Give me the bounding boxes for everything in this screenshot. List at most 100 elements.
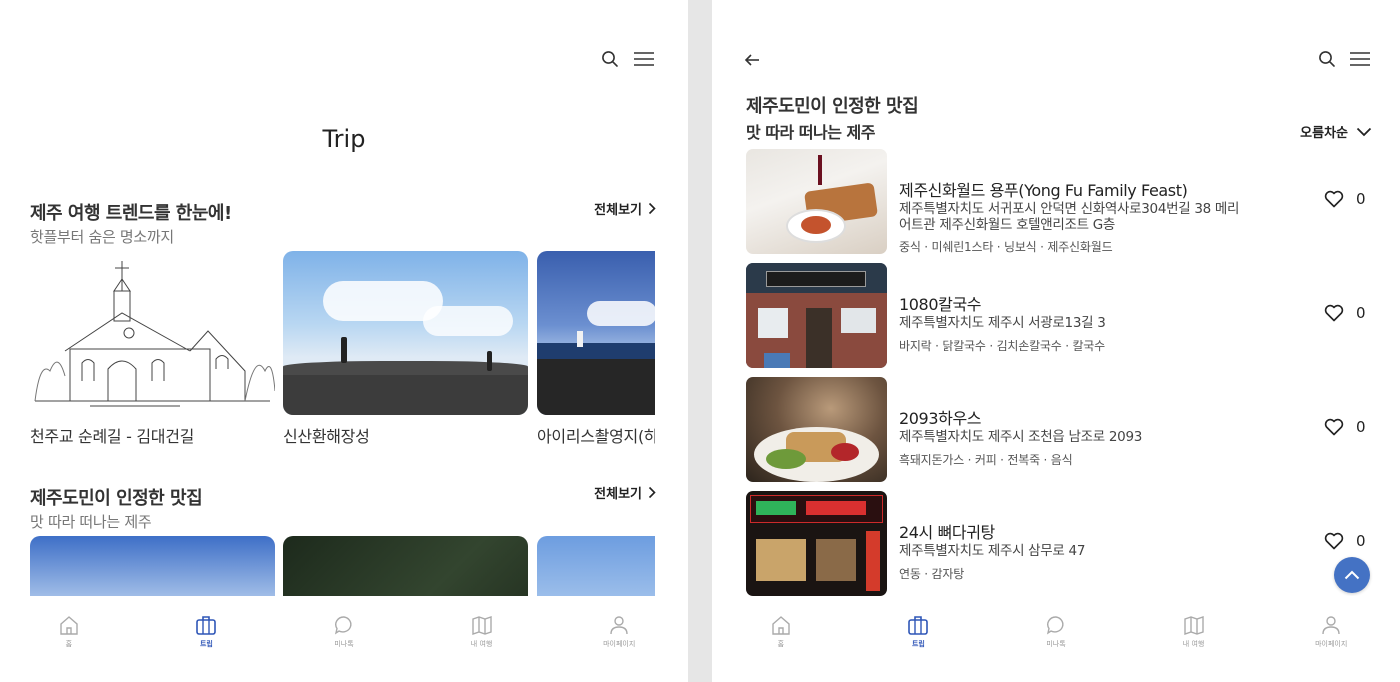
chevron-down-icon [1356, 127, 1372, 136]
restaurant-photo [283, 536, 528, 596]
trends-carousel[interactable]: 천주교 순례길 - 김대건길 신산환해장성 아이리스촬영지(하 [30, 251, 655, 451]
menu-icon[interactable] [630, 45, 658, 73]
chevron-right-icon [648, 486, 656, 499]
restaurant-card[interactable] [537, 536, 655, 596]
like-button[interactable]: 0 [1324, 304, 1366, 322]
like-button[interactable]: 0 [1324, 418, 1366, 436]
lighthouse-photo [537, 251, 655, 415]
tab-label: 미나톡 [1046, 640, 1066, 648]
suitcase-icon [196, 616, 217, 635]
coastal-wall-photo [283, 251, 528, 415]
restaurant-photo [746, 377, 887, 482]
heart-icon [1324, 532, 1344, 550]
like-count: 0 [1356, 418, 1366, 436]
restaurant-list-item[interactable]: 제주신화월드 용푸(Yong Fu Family Feast) 제주특별자치도 … [746, 149, 1376, 254]
tab-my-page[interactable]: 마이페이지 [550, 596, 688, 682]
tab-label: 홈 [65, 640, 73, 648]
restaurants-section-subtitle: 맛 따라 떠나는 제주 [30, 513, 152, 531]
search-icon[interactable] [596, 45, 624, 73]
tab-chat[interactable]: 미나톡 [275, 596, 413, 682]
tab-label: 트립 [199, 640, 213, 648]
trends-section-subtitle: 핫플부터 숨은 명소까지 [30, 228, 174, 246]
restaurant-photo [746, 491, 887, 596]
trend-card[interactable]: 신산환해장성 [283, 251, 528, 447]
tab-label: 홈 [777, 640, 785, 648]
restaurant-tags: 연동 · 감자탕 [899, 567, 965, 581]
restaurants-see-all-link[interactable]: 전체보기 [594, 483, 656, 502]
trend-card[interactable]: 천주교 순례길 - 김대건길 [30, 251, 275, 447]
church-sketch-image [30, 251, 275, 415]
tab-my-trip[interactable]: 내 여행 [413, 596, 551, 682]
restaurant-photo [746, 263, 887, 368]
trends-section-title: 제주 여행 트렌드를 한눈에! [30, 203, 232, 224]
restaurant-name: 제주신화월드 용푸(Yong Fu Family Feast) [899, 181, 1188, 200]
sort-dropdown[interactable]: 오름차순 [1300, 122, 1372, 141]
home-icon [772, 616, 790, 635]
restaurant-photo [746, 149, 887, 254]
trends-see-all-link[interactable]: 전체보기 [594, 199, 656, 218]
chevron-up-icon [1344, 570, 1360, 580]
restaurant-address: 제주특별자치도 제주시 삼무로 47 [899, 543, 1086, 559]
person-icon [610, 616, 628, 635]
tab-home[interactable]: 홈 [0, 596, 138, 682]
like-count: 0 [1356, 190, 1366, 208]
restaurant-card[interactable] [30, 536, 275, 596]
restaurant-tags: 흑돼지돈가스 · 커피 · 전복죽 · 음식 [899, 453, 1073, 467]
page-title: 제주도민이 인정한 맛집 [746, 96, 919, 117]
tab-my-trip[interactable]: 내 여행 [1125, 596, 1263, 682]
restaurant-address: 제주특별자치도 제주시 조천읍 남조로 2093 [899, 429, 1143, 445]
tab-label: 내 여행 [470, 640, 493, 648]
restaurant-list-item[interactable]: 24시 뼈다귀탕 제주특별자치도 제주시 삼무로 47 연동 · 감자탕 0 [746, 491, 1376, 596]
restaurant-address: 제주특별자치도 제주시 서광로13길 3 [899, 315, 1106, 331]
person-icon [1322, 616, 1340, 635]
tab-trip[interactable]: 트립 [138, 596, 276, 682]
heart-icon [1324, 418, 1344, 436]
restaurant-name: 2093하우스 [899, 409, 982, 428]
tab-label: 마이페이지 [1315, 640, 1348, 648]
home-icon [60, 616, 78, 635]
sort-label: 오름차순 [1300, 126, 1348, 141]
like-button[interactable]: 0 [1324, 532, 1366, 550]
chat-icon [334, 616, 352, 635]
restaurant-name: 1080칼국수 [899, 295, 982, 314]
search-icon[interactable] [1313, 45, 1341, 73]
tab-label: 트립 [911, 640, 925, 648]
map-icon [471, 616, 492, 635]
map-icon [1183, 616, 1204, 635]
back-arrow-icon[interactable] [738, 46, 766, 74]
see-all-label: 전체보기 [594, 203, 642, 218]
restaurant-tags: 중식 · 미쉐린1스타 · 닝보식 · 제주신화월드 [899, 240, 1113, 254]
like-button[interactable]: 0 [1324, 190, 1366, 208]
tab-home[interactable]: 홈 [712, 596, 850, 682]
tab-my-page[interactable]: 마이페이지 [1262, 596, 1400, 682]
restaurant-list-item[interactable]: 1080칼국수 제주특별자치도 제주시 서광로13길 3 바지락 · 닭칼국수 … [746, 263, 1376, 368]
suitcase-icon [908, 616, 929, 635]
trend-card-caption: 아이리스촬영지(하 [537, 427, 655, 446]
tab-trip[interactable]: 트립 [850, 596, 988, 682]
trip-screen: Trip 제주 여행 트렌드를 한눈에! 핫플부터 숨은 명소까지 전체보기 천… [0, 0, 688, 682]
chat-icon [1046, 616, 1064, 635]
menu-icon[interactable] [1346, 45, 1374, 73]
restaurant-list-screen: 제주도민이 인정한 맛집 맛 따라 떠나는 제주 오름차순 제주신화월드 용푸(… [712, 0, 1400, 682]
restaurant-tags: 바지락 · 닭칼국수 · 김치손칼국수 · 칼국수 [899, 339, 1105, 353]
restaurant-name: 24시 뼈다귀탕 [899, 523, 995, 542]
page-title: Trip [322, 125, 366, 153]
tab-label: 마이페이지 [603, 640, 636, 648]
restaurants-carousel[interactable] [30, 536, 655, 596]
restaurant-card[interactable] [283, 536, 528, 596]
heart-icon [1324, 190, 1344, 208]
bottom-tab-bar: 홈 트립 미나톡 내 여행 마이페이지 [0, 596, 688, 682]
tab-chat[interactable]: 미나톡 [987, 596, 1125, 682]
see-all-label: 전체보기 [594, 487, 642, 502]
restaurant-list-item[interactable]: 2093하우스 제주특별자치도 제주시 조천읍 남조로 2093 흑돼지돈가스 … [746, 377, 1376, 482]
trend-card[interactable]: 아이리스촬영지(하 [537, 251, 655, 447]
trend-card-caption: 천주교 순례길 - 김대건길 [30, 427, 195, 446]
like-count: 0 [1356, 532, 1366, 550]
tab-label: 미나톡 [334, 640, 354, 648]
restaurants-section-title: 제주도민이 인정한 맛집 [30, 488, 203, 509]
bottom-tab-bar: 홈 트립 미나톡 내 여행 마이페이지 [712, 596, 1400, 682]
restaurant-photo [30, 536, 275, 596]
restaurant-photo [537, 536, 655, 596]
scroll-to-top-button[interactable] [1334, 557, 1370, 593]
heart-icon [1324, 304, 1344, 322]
